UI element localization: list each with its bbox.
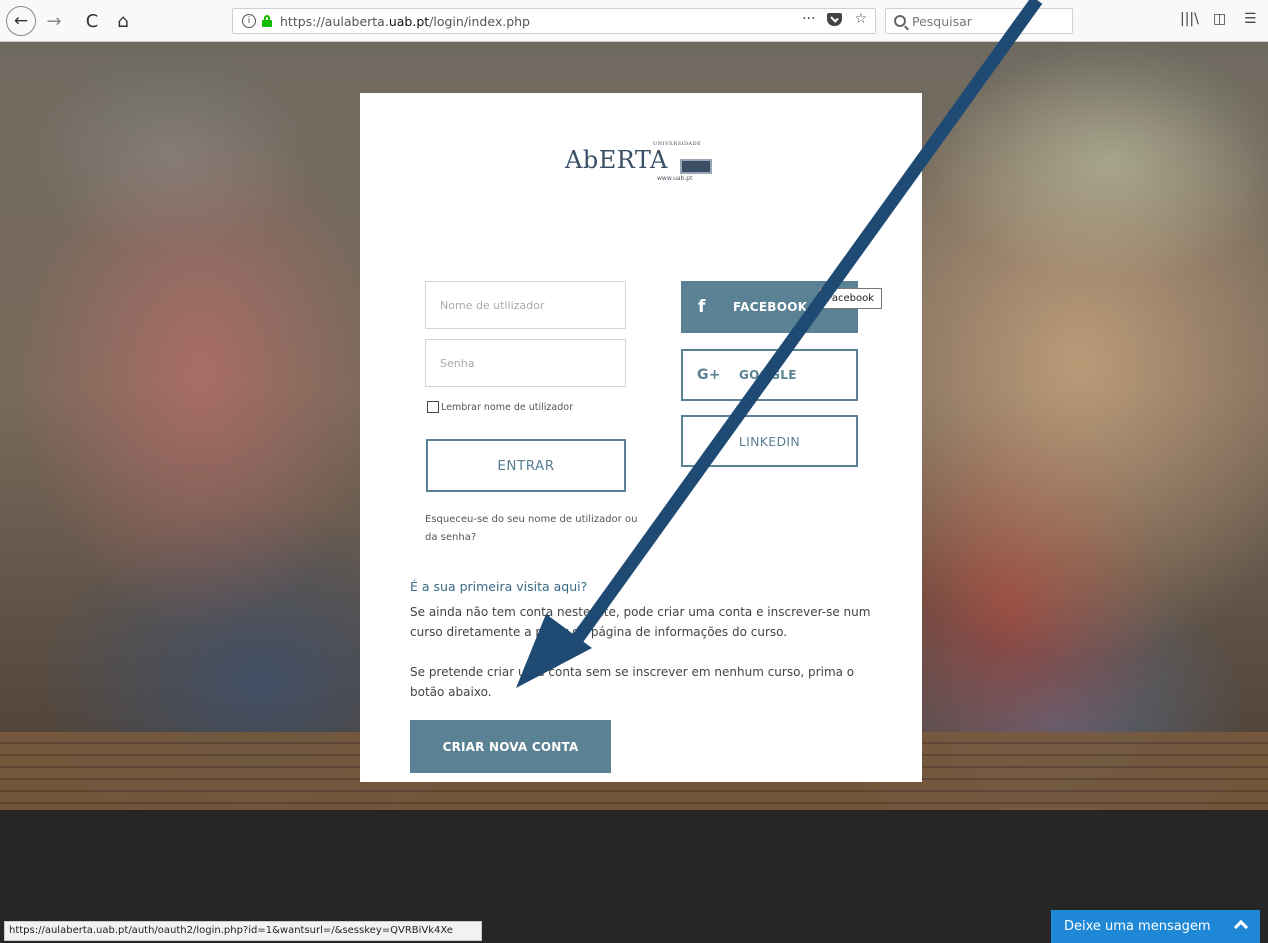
remember-checkbox[interactable] <box>427 401 439 413</box>
first-visit-heading: É a sua primeira visita aqui? <box>410 579 588 594</box>
forgot-password-link[interactable]: Esqueceu-se do seu nome de utilizador ou… <box>425 511 645 547</box>
pocket-icon[interactable] <box>827 12 843 26</box>
chevron-up-icon <box>1233 919 1249 935</box>
menu-icon[interactable]: ☰ <box>1244 11 1257 31</box>
chat-widget-button[interactable]: Deixe uma mensagem <box>1051 910 1260 943</box>
back-arrow-icon[interactable]: ← <box>6 6 36 36</box>
chat-label: Deixe uma mensagem <box>1064 919 1211 934</box>
logo-brand-text: AbERTA <box>565 146 668 174</box>
url-actions: ··· ☆ <box>802 11 867 27</box>
sidebar-icon[interactable]: ◫ <box>1213 11 1226 31</box>
university-logo: UNIVERSIDADE AbERTA www.uab.pt <box>565 141 725 191</box>
search-bar[interactable]: Pesquisar <box>885 8 1073 34</box>
create-account-button[interactable]: CRIAR NOVA CONTA <box>410 720 611 773</box>
address-bar[interactable]: i https://aulaberta.uab.pt/login/index.p… <box>232 8 876 34</box>
signup-text-2: Se pretende criar uma conta sem se inscr… <box>410 665 855 699</box>
remember-username[interactable]: Lembrar nome de utilizador <box>427 401 573 413</box>
signup-text-1: Se ainda não tem conta neste site, pode … <box>410 605 871 639</box>
facebook-icon: f <box>698 297 706 317</box>
page-content: UNIVERSIDADE AbERTA www.uab.pt Nome de u… <box>0 42 1268 943</box>
logo-site-text: www.uab.pt <box>657 175 693 182</box>
more-actions-icon[interactable]: ··· <box>802 11 815 27</box>
lock-icon <box>262 15 272 27</box>
google-label: GOOGLE <box>739 368 797 382</box>
facebook-label: FACEBOOK <box>733 300 808 314</box>
library-icon[interactable]: |||\ <box>1180 11 1199 31</box>
login-card: UNIVERSIDADE AbERTA www.uab.pt Nome de u… <box>360 93 922 782</box>
login-button[interactable]: ENTRAR <box>426 439 626 492</box>
search-icon <box>894 15 906 27</box>
google-plus-icon: G+ <box>697 367 721 383</box>
linkedin-label: LINKEDIN <box>738 433 801 449</box>
status-bar-url: https://aulaberta.uab.pt/auth/oauth2/log… <box>4 921 482 941</box>
forward-arrow-icon[interactable]: → <box>42 6 66 36</box>
home-icon[interactable]: ⌂ <box>110 6 136 36</box>
url-text: https://aulaberta.uab.pt/login/index.php <box>280 13 530 29</box>
facebook-tooltip: Facebook <box>819 288 882 309</box>
search-placeholder: Pesquisar <box>912 13 972 29</box>
bookmark-star-icon[interactable]: ☆ <box>854 11 867 27</box>
reload-icon[interactable]: C <box>80 6 104 36</box>
linkedin-login-button[interactable]: LINKEDIN <box>681 415 858 467</box>
browser-toolbar: ← → C ⌂ i https://aulaberta.uab.pt/login… <box>0 0 1268 42</box>
username-input[interactable]: Nome de utilizador <box>425 281 626 329</box>
password-input[interactable]: Senha <box>425 339 626 387</box>
google-login-button[interactable]: G+ GOOGLE <box>681 349 858 401</box>
info-icon[interactable]: i <box>242 14 256 28</box>
remember-label: Lembrar nome de utilizador <box>441 401 573 413</box>
logo-screen-icon <box>680 159 712 174</box>
